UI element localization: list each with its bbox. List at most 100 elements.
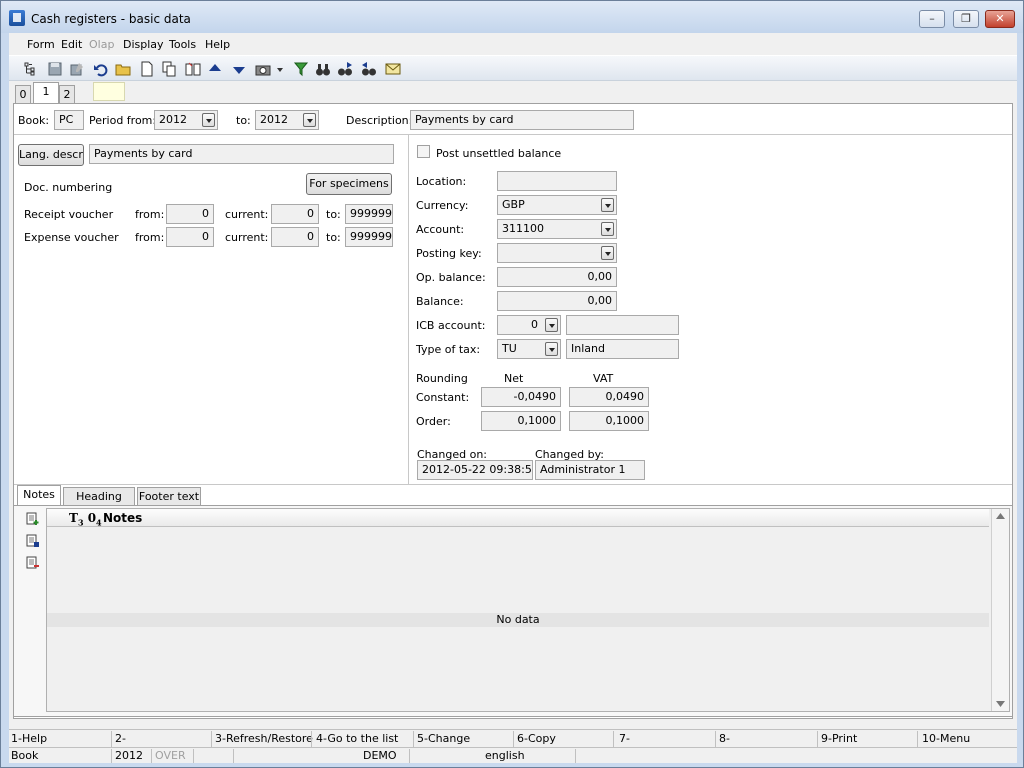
maximize-button[interactable]: ❐ [953, 10, 979, 28]
lang-descr-button[interactable]: Lang. descr.: [18, 144, 84, 166]
copy-icon[interactable] [161, 61, 177, 77]
scroll-down-icon[interactable] [996, 701, 1005, 707]
op-balance-field[interactable]: 0,00 [497, 267, 617, 287]
for-specimens-button[interactable]: For specimens [306, 173, 392, 195]
post-unsettled-checkbox[interactable] [417, 145, 430, 158]
chevron-down-icon[interactable] [601, 222, 614, 236]
book-icon[interactable] [185, 61, 201, 77]
type-of-tax-select[interactable]: TU [497, 339, 561, 359]
fkey-copy[interactable]: 6-Copy [517, 732, 556, 745]
menu-display[interactable]: Display [123, 38, 164, 51]
type-of-tax-name-field[interactable]: Inland [566, 339, 679, 359]
fkey-go-to-list[interactable]: 4-Go to the list [316, 732, 398, 745]
tab-2[interactable]: 2 [59, 85, 75, 104]
status-separator [575, 749, 576, 763]
lang-descr-field[interactable]: Payments by card [89, 144, 394, 164]
menu-bar: Form Edit Olap Display Tools Help [9, 33, 1017, 55]
app-icon [9, 10, 25, 26]
receipt-from-field[interactable]: 0 [166, 204, 214, 224]
binoculars-icon[interactable] [315, 61, 331, 77]
binoculars-next-icon[interactable] [337, 61, 353, 77]
scroll-up-icon[interactable] [996, 513, 1005, 519]
tab-heading-text[interactable]: Heading text [63, 487, 135, 520]
location-field[interactable] [497, 171, 617, 191]
chevron-down-icon[interactable] [303, 113, 316, 127]
new-document-icon[interactable] [139, 61, 155, 77]
constant-vat-field[interactable]: 0,0490 [569, 387, 649, 407]
binoculars-prev-icon[interactable] [361, 61, 377, 77]
period-from-label: Period from: [89, 114, 157, 127]
save-as-icon[interactable] [69, 61, 85, 77]
chevron-down-icon[interactable] [545, 318, 558, 332]
delete-note-icon[interactable] [26, 556, 40, 570]
tab-1[interactable]: 1 [33, 82, 59, 104]
fkey-print[interactable]: 9-Print [821, 732, 857, 745]
currency-select[interactable]: GBP [497, 195, 617, 215]
menu-form[interactable]: Form [27, 38, 55, 51]
order-vat-field[interactable]: 0,1000 [569, 411, 649, 431]
tab-blank[interactable] [93, 82, 125, 101]
expense-current-label: current: [225, 231, 269, 244]
menu-tools[interactable]: Tools [169, 38, 196, 51]
function-key-bar: 1-Help 2- 3-Refresh/Restore 4-Go to the … [9, 729, 1017, 747]
undo-icon[interactable] [93, 61, 109, 77]
period-from-select[interactable]: 2012 [154, 110, 218, 130]
changed-by-field[interactable]: Administrator 1 [535, 460, 645, 480]
fkey-help[interactable]: 1-Help [11, 732, 47, 745]
add-note-icon[interactable] [26, 512, 40, 526]
menu-help[interactable]: Help [205, 38, 230, 51]
vertical-scrollbar[interactable] [991, 509, 1009, 711]
notes-grid[interactable]: T3 04 Notes No data [46, 508, 1010, 712]
tree-icon[interactable] [23, 61, 39, 77]
edit-note-icon[interactable] [26, 534, 40, 548]
order-net-field[interactable]: 0,1000 [481, 411, 561, 431]
posting-key-select[interactable] [497, 243, 617, 263]
icb-account-select[interactable]: 0 [497, 315, 561, 335]
camera-icon[interactable] [255, 61, 271, 77]
close-button[interactable]: ✕ [985, 10, 1015, 28]
status-overwrite: OVER [155, 749, 186, 762]
app-window: Cash registers - basic data – ❐ ✕ Form E… [0, 0, 1024, 768]
period-to-select[interactable]: 2012 [255, 110, 319, 130]
fkey-refresh[interactable]: 3-Refresh/Restore [215, 732, 313, 745]
arrow-down-icon[interactable] [231, 61, 247, 77]
save-icon[interactable] [47, 61, 63, 77]
balance-field[interactable]: 0,00 [497, 291, 617, 311]
notes-grid-header[interactable]: T3 04 Notes [47, 509, 989, 527]
fkey-separator [715, 731, 716, 747]
fkey-8[interactable]: 8- [719, 732, 730, 745]
expense-current-field[interactable]: 0 [271, 227, 319, 247]
fkey-7[interactable]: 7- [619, 732, 630, 745]
receipt-current-field[interactable]: 0 [271, 204, 319, 224]
expense-to-field[interactable]: 9999999 [345, 227, 393, 247]
chevron-down-icon[interactable] [601, 198, 614, 212]
fkey-menu[interactable]: 10-Menu [922, 732, 970, 745]
book-field[interactable]: PC [54, 110, 84, 130]
minimize-button[interactable]: – [919, 10, 945, 28]
constant-net-field[interactable]: -0,0490 [481, 387, 561, 407]
receipt-to-field[interactable]: 9999999 [345, 204, 393, 224]
envelope-icon[interactable] [385, 61, 401, 77]
dropdown-arrow-icon[interactable] [275, 61, 285, 77]
account-select[interactable]: 311100 [497, 219, 617, 239]
expense-from-field[interactable]: 0 [166, 227, 214, 247]
receipt-current-label: current: [225, 208, 269, 221]
column-separator [408, 134, 409, 484]
chevron-down-icon[interactable] [601, 246, 614, 260]
fkey-change[interactable]: 5-Change [417, 732, 470, 745]
icb-account-name-field[interactable] [566, 315, 679, 335]
changed-on-field[interactable]: 2012-05-22 09:38:50 [417, 460, 533, 480]
menu-edit[interactable]: Edit [61, 38, 82, 51]
menu-olap[interactable]: Olap [89, 38, 114, 51]
chevron-down-icon[interactable] [545, 342, 558, 356]
description-field[interactable]: Payments by card [410, 110, 634, 130]
tab-0[interactable]: 0 [15, 85, 31, 104]
filter-icon[interactable] [293, 61, 309, 77]
fkey-2[interactable]: 2- [115, 732, 126, 745]
arrow-up-icon[interactable] [207, 61, 223, 77]
chevron-down-icon[interactable] [202, 113, 215, 127]
title-bar[interactable]: Cash registers - basic data – ❐ ✕ [1, 1, 1023, 33]
open-folder-icon[interactable] [115, 61, 131, 77]
tab-notes[interactable]: Notes [17, 485, 61, 505]
tab-footer-text[interactable]: Footer text [137, 487, 201, 505]
